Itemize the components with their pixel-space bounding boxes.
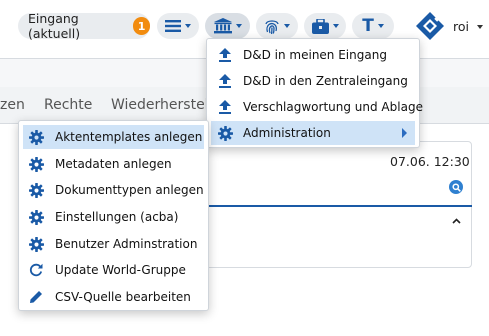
search-icon [451, 182, 461, 192]
user-name[interactable]: roi [453, 19, 469, 34]
refresh-icon [28, 262, 44, 278]
inbox-button[interactable]: Eingang (aktuell) 1 [18, 11, 150, 41]
fingerprint-icon [265, 19, 279, 34]
menu-item-label: D&D in meinen Eingang [243, 48, 387, 62]
menu-item-einstellungen[interactable]: Einstellungen (acba) [23, 205, 204, 229]
hamburger-menu-icon [165, 20, 181, 32]
chevron-down-icon [284, 24, 290, 28]
chevron-down-icon [377, 24, 384, 28]
archive-menu-button[interactable] [205, 13, 250, 39]
gear-icon [28, 209, 44, 225]
main-menu-button[interactable] [157, 13, 199, 39]
archive-dropdown-menu: D&D in meinen Eingang D&D in den Zentral… [206, 38, 423, 148]
toolbox-icon [311, 18, 329, 34]
menu-item-label: Administration [243, 126, 331, 140]
menu-item-dokumenttypen[interactable]: Dokumenttypen anlegen [23, 178, 204, 202]
menu-item-label: Aktentemplates anlegen [55, 130, 203, 144]
gear-icon [28, 182, 44, 198]
gear-icon [28, 156, 44, 172]
chevron-down-icon [185, 24, 191, 28]
menu-item-label: Verschlagwortung und Ablage [243, 100, 423, 114]
menu-item-dnd-my-inbox[interactable]: D&D in meinen Eingang [211, 43, 415, 67]
menu-item-label: Einstellungen (acba) [55, 210, 179, 224]
fingerprint-menu-button[interactable] [256, 13, 298, 39]
menu-item-metadaten[interactable]: Metadaten anlegen [23, 152, 204, 176]
gear-icon [217, 125, 233, 141]
text-menu-button[interactable]: T [352, 13, 394, 39]
menu-item-administration[interactable]: Administration [211, 121, 415, 145]
menu-item-update-world-gruppe[interactable]: Update World-Gruppe [23, 258, 204, 282]
menu-item-label: Dokumenttypen anlegen [55, 183, 204, 197]
app-logo-icon[interactable] [414, 10, 446, 42]
upload-icon [217, 73, 233, 89]
tab-rechte[interactable]: Rechte [44, 97, 92, 113]
divider [208, 205, 472, 207]
menu-item-label: Metadaten anlegen [55, 157, 172, 171]
tab-partial[interactable]: zen [0, 97, 25, 113]
bank-building-icon [213, 18, 232, 34]
upload-icon [217, 47, 233, 63]
chevron-right-icon [402, 128, 407, 138]
chevron-up-icon[interactable] [452, 218, 461, 224]
inbox-label: Eingang (aktuell) [28, 11, 81, 41]
menu-item-label: Benutzer Adminstration [55, 237, 198, 251]
card-date: 07.06. 12:30 [390, 154, 470, 169]
menu-item-dnd-central-inbox[interactable]: D&D in den Zentraleingang [211, 69, 415, 93]
toolbox-menu-button[interactable] [304, 13, 346, 39]
menu-item-aktentemplates[interactable]: Aktentemplates anlegen [23, 125, 204, 149]
menu-item-tagging-filing[interactable]: Verschlagwortung und Ablage [211, 95, 423, 119]
menu-item-label: Update World-Gruppe [55, 263, 186, 277]
text-format-icon: T [362, 15, 374, 36]
inbox-count-badge: 1 [133, 17, 150, 35]
chevron-down-icon[interactable] [477, 25, 483, 29]
search-button[interactable] [449, 180, 463, 194]
pencil-icon [28, 289, 44, 305]
menu-item-benutzer-administration[interactable]: Benutzer Adminstration [23, 232, 204, 256]
menu-item-csv-quelle[interactable]: CSV-Quelle bearbeiten [23, 285, 204, 309]
administration-submenu: Aktentemplates anlegen Metadaten anlegen… [18, 120, 209, 311]
gear-icon [28, 236, 44, 252]
chevron-down-icon [235, 24, 242, 28]
menu-item-label: CSV-Quelle bearbeiten [55, 290, 191, 304]
upload-icon [217, 99, 233, 115]
menu-item-label: D&D in den Zentraleingang [243, 74, 408, 88]
chevron-down-icon [332, 24, 339, 28]
gear-icon [28, 129, 44, 145]
